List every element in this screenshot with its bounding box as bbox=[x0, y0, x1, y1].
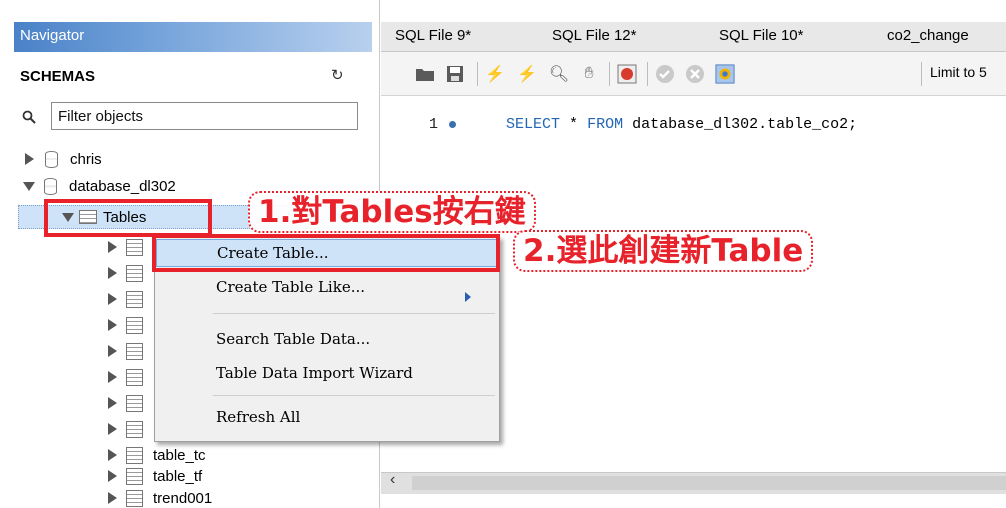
schemas-title: SCHEMAS bbox=[20, 68, 96, 85]
schema-label: chris bbox=[70, 150, 102, 168]
expand-arrow-icon[interactable] bbox=[108, 319, 117, 331]
menu-item-refresh-all[interactable]: Refresh All bbox=[156, 403, 499, 431]
menu-separator bbox=[213, 395, 495, 396]
tree-item-schema[interactable]: database_dl302 bbox=[23, 175, 176, 197]
sql-code-line[interactable]: SELECT * FROM database_dl302.table_co2; bbox=[506, 116, 857, 133]
commit-check-icon[interactable] bbox=[655, 64, 675, 84]
annotation-highlight-tables bbox=[44, 199, 212, 237]
collapse-arrow-icon[interactable] bbox=[23, 181, 35, 191]
menu-item-table-data-import-wizard[interactable]: Table Data Import Wizard bbox=[156, 359, 499, 387]
stop-hand-icon[interactable]: ✋︎ bbox=[579, 64, 599, 84]
expand-arrow-icon[interactable] bbox=[25, 153, 34, 165]
table-icon bbox=[126, 420, 143, 438]
expand-arrow-icon[interactable] bbox=[108, 293, 117, 305]
table-icon bbox=[126, 368, 143, 386]
expand-arrow-icon[interactable] bbox=[108, 423, 117, 435]
menu-separator bbox=[213, 313, 495, 314]
editor-toolbar: ⚡ ⚡ 🔍︎ ✋︎ bbox=[381, 52, 1006, 96]
toolbar-separator bbox=[921, 62, 922, 86]
table-row[interactable] bbox=[108, 236, 143, 258]
table-icon bbox=[126, 489, 143, 507]
table-label: table_tf bbox=[153, 467, 203, 485]
tab-co2-change[interactable]: co2_change bbox=[887, 27, 969, 44]
table-icon bbox=[126, 342, 143, 360]
save-icon[interactable] bbox=[445, 64, 465, 84]
table-icon bbox=[126, 316, 143, 334]
menu-item-search-table-data[interactable]: Search Table Data... bbox=[156, 325, 499, 353]
table-row[interactable]: trend001 bbox=[108, 487, 212, 508]
refresh-icon[interactable]: ↻ bbox=[331, 66, 344, 84]
table-row[interactable] bbox=[108, 418, 143, 440]
expand-arrow-icon[interactable] bbox=[108, 345, 117, 357]
execute-lightning-icon[interactable]: ⚡ bbox=[485, 64, 505, 84]
annotation-highlight-create-table bbox=[152, 234, 500, 272]
toggle-errors-icon[interactable] bbox=[617, 64, 637, 84]
limit-rows-select[interactable]: Limit to 5 bbox=[930, 64, 987, 80]
table-row[interactable]: table_tf bbox=[108, 465, 202, 487]
explain-magnifier-icon[interactable]: 🔍︎ bbox=[549, 64, 569, 84]
search-icon bbox=[22, 110, 36, 124]
sql-keyword: SELECT bbox=[506, 116, 561, 133]
table-row[interactable] bbox=[108, 314, 143, 336]
tree-item-schema[interactable]: chris bbox=[25, 148, 102, 170]
execute-current-icon[interactable]: ⚡ bbox=[517, 64, 537, 84]
open-folder-icon[interactable] bbox=[415, 64, 435, 84]
tab-sql-file-12[interactable]: SQL File 12* bbox=[552, 27, 637, 44]
scroll-left-arrow-icon[interactable]: ‹ bbox=[390, 471, 395, 489]
table-row[interactable] bbox=[108, 392, 143, 414]
autocommit-toggle-icon[interactable] bbox=[715, 64, 735, 84]
table-row[interactable] bbox=[108, 262, 143, 284]
expand-arrow-icon[interactable] bbox=[108, 470, 117, 482]
statement-marker-icon bbox=[449, 121, 456, 128]
editor-tab-bar: SQL File 9* SQL File 12* SQL File 10* co… bbox=[381, 22, 1006, 52]
annotation-step1: 1.對Tables按右鍵 bbox=[248, 191, 536, 233]
table-icon bbox=[126, 446, 143, 464]
expand-arrow-icon[interactable] bbox=[108, 449, 117, 461]
expand-arrow-icon[interactable] bbox=[108, 371, 117, 383]
tab-sql-file-10[interactable]: SQL File 10* bbox=[719, 27, 804, 44]
table-label: table_tc bbox=[153, 446, 206, 464]
expand-arrow-icon[interactable] bbox=[108, 241, 117, 253]
expand-arrow-icon[interactable] bbox=[108, 397, 117, 409]
sql-table-name: database_dl302.table_co2; bbox=[632, 116, 858, 133]
rollback-x-icon[interactable] bbox=[685, 64, 705, 84]
toolbar-separator bbox=[609, 62, 610, 86]
expand-arrow-icon[interactable] bbox=[108, 492, 117, 504]
sql-keyword: FROM bbox=[587, 116, 624, 133]
table-row[interactable] bbox=[108, 288, 143, 310]
table-label: trend001 bbox=[153, 489, 213, 507]
table-icon bbox=[126, 467, 143, 485]
expand-arrow-icon[interactable] bbox=[108, 267, 117, 279]
table-icon bbox=[126, 394, 143, 412]
line-number: 1 bbox=[429, 116, 439, 133]
menu-item-create-table-like[interactable]: Create Table Like... bbox=[156, 273, 499, 301]
scrollbar-thumb[interactable] bbox=[412, 476, 1006, 490]
table-row[interactable] bbox=[108, 366, 143, 388]
toolbar-separator bbox=[477, 62, 478, 86]
filter-objects-input[interactable] bbox=[51, 102, 358, 130]
annotation-step2: 2.選此創建新Table bbox=[513, 230, 814, 272]
table-row[interactable] bbox=[108, 340, 143, 362]
tab-sql-file-9[interactable]: SQL File 9* bbox=[395, 27, 471, 44]
toolbar-separator bbox=[647, 62, 648, 86]
sql-star: * bbox=[569, 116, 579, 133]
table-icon bbox=[126, 290, 143, 308]
navigator-title: Navigator bbox=[20, 27, 85, 44]
submenu-arrow-icon bbox=[465, 292, 471, 302]
database-icon bbox=[45, 150, 58, 168]
table-icon bbox=[126, 264, 143, 282]
table-row[interactable]: table_tc bbox=[108, 444, 206, 466]
database-icon bbox=[44, 177, 57, 195]
navigator-header: Navigator bbox=[14, 22, 372, 52]
schema-label: database_dl302 bbox=[69, 177, 176, 195]
table-icon bbox=[126, 238, 143, 256]
